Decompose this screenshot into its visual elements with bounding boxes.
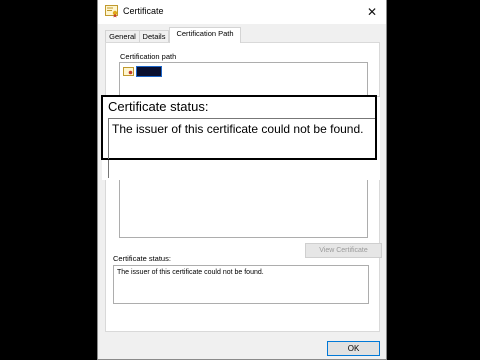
video-frame: Certificate ✕ General Details Certificat… xyxy=(0,0,480,360)
certificate-status-label: Certificate status: xyxy=(113,254,171,263)
close-icon[interactable]: ✕ xyxy=(358,0,386,24)
ok-button[interactable]: OK xyxy=(327,341,380,356)
view-certificate-button[interactable]: View Certificate xyxy=(305,243,382,258)
title-bar: Certificate ✕ xyxy=(98,0,386,24)
tab-strip: General Details Certification Path xyxy=(105,27,379,43)
zoom-status-label: Certificate status: xyxy=(108,99,209,114)
zoom-callout: Certificate status: The issuer of this c… xyxy=(101,95,377,160)
certification-path-panel: Certification path View Certificate Cert… xyxy=(105,42,382,332)
certification-path-label: Certification path xyxy=(120,52,177,61)
certificate-icon xyxy=(123,67,134,76)
tree-item-selected[interactable] xyxy=(136,66,162,77)
certificate-status-field[interactable]: The issuer of this certificate could not… xyxy=(113,265,369,304)
zoom-status-text: The issuer of this certificate could not… xyxy=(112,122,364,136)
zoom-field-edge xyxy=(108,160,109,178)
certificate-dialog: Certificate ✕ General Details Certificat… xyxy=(97,0,387,360)
certificate-icon xyxy=(105,5,118,18)
certificate-status-text: The issuer of this certificate could not… xyxy=(117,269,264,276)
tab-certification-path[interactable]: Certification Path xyxy=(169,27,241,43)
zoom-status-field: The issuer of this certificate could not… xyxy=(108,118,375,159)
window-title: Certificate xyxy=(123,6,164,16)
